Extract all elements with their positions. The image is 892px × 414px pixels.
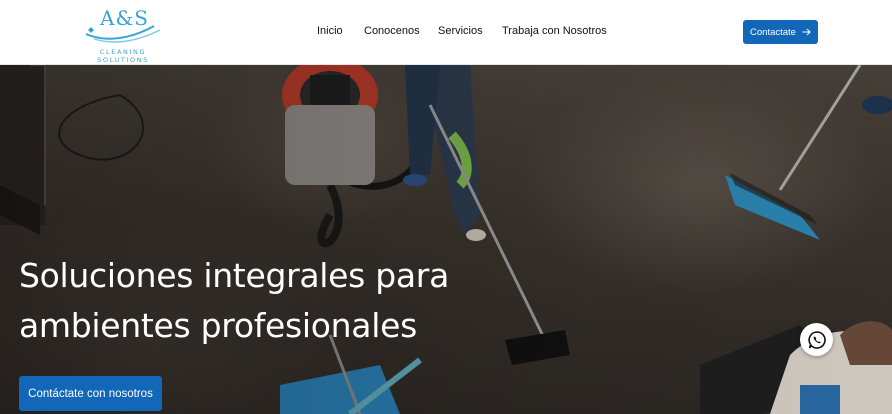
hero-overlay <box>0 65 892 414</box>
whatsapp-icon <box>807 330 826 349</box>
header-contact-button[interactable]: Contactate <box>743 20 818 44</box>
nav-item-conocenos[interactable]: Conocenos <box>364 25 420 37</box>
hero-section: Soluciones integrales para ambientes pro… <box>0 65 892 414</box>
nav-item-servicios[interactable]: Servicios <box>438 25 483 37</box>
hero-title: Soluciones integrales para ambientes pro… <box>19 256 449 345</box>
nav-item-inicio[interactable]: Inicio <box>317 25 343 37</box>
logo-subtitle: CLEANING SOLUTIONS <box>97 48 149 64</box>
hero-contact-button[interactable]: Contáctate con nosotros <box>19 376 162 411</box>
arrow-right-icon <box>802 28 811 36</box>
site-header: A&S CLEANING SOLUTIONS Inicio Conocenos … <box>0 0 892 65</box>
header-contact-label: Contactate <box>750 26 796 38</box>
whatsapp-button[interactable] <box>800 323 833 356</box>
logo-wave-icon <box>85 25 161 43</box>
brand-logo[interactable]: A&S CLEANING SOLUTIONS <box>70 6 174 64</box>
nav-item-trabaja[interactable]: Trabaja con Nosotros <box>502 25 607 37</box>
